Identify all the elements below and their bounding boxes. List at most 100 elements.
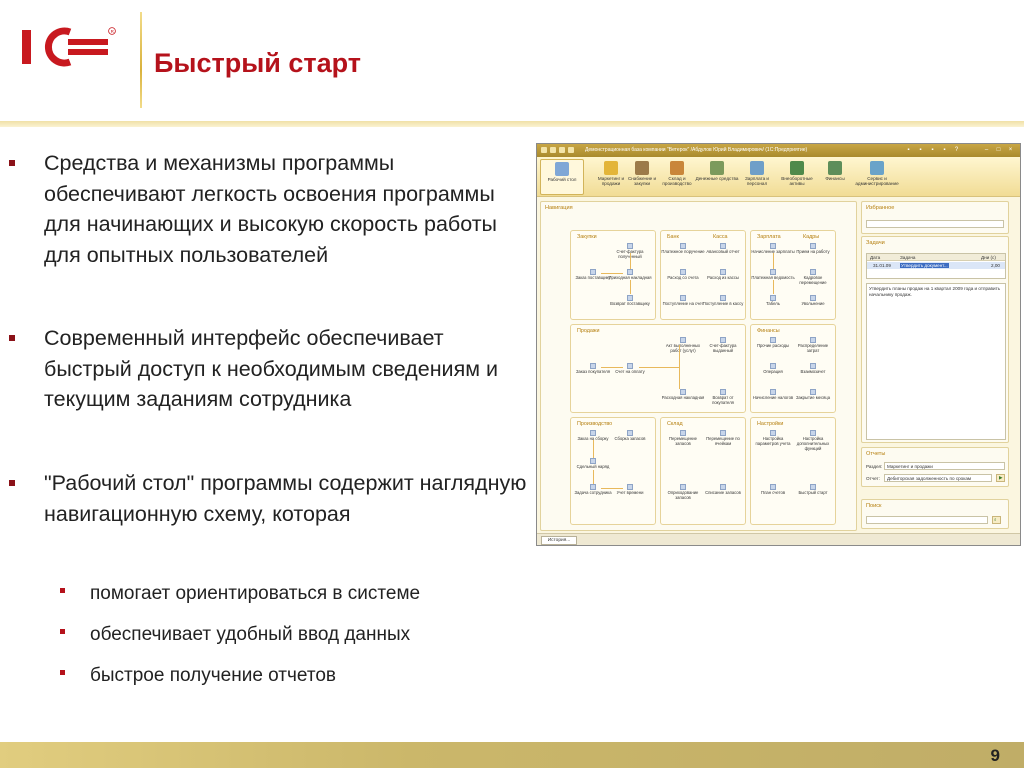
bullet-1: Средства и механизмы программы обеспечив…: [9, 148, 530, 270]
nav-item[interactable]: Возврат поставщику: [608, 295, 652, 307]
tasks-panel: Задачи Дата Задача Дни (с) 31.01.09 Утве…: [861, 236, 1009, 443]
section-label: Рабочий стол: [547, 177, 577, 182]
bullet-marker: [9, 160, 15, 166]
nav-item[interactable]: Платежное поручение: [661, 243, 705, 255]
nav-item[interactable]: Настройка дополнительных функций: [791, 430, 835, 451]
nav-item[interactable]: Расход со счета: [661, 269, 705, 281]
section-warehouse[interactable]: Склад и производство: [655, 159, 699, 187]
search-input[interactable]: [866, 516, 988, 524]
flow-arrow: [593, 440, 594, 458]
back-icon[interactable]: [550, 147, 556, 153]
nav-item[interactable]: Перемещение запасов: [661, 430, 705, 447]
block-prodazhi: Продажи Акт выполненных работ (услуг) Сч…: [570, 324, 746, 413]
nav-item[interactable]: Начисление налогов: [751, 389, 795, 401]
sub-bullet-marker: [60, 670, 65, 675]
header-divider: [140, 12, 142, 108]
sub-bullet-2: обеспечивает удобный ввод данных: [60, 624, 410, 646]
nav-item[interactable]: Поступление в кассу: [701, 295, 745, 307]
report-select[interactable]: Дебиторская задолженность по срокам: [884, 474, 992, 482]
section-finance[interactable]: Финансы: [813, 159, 857, 181]
nav-item[interactable]: Настройка параметров учета: [751, 430, 795, 447]
task-description: Утвердить планы продаж на 1 квартал 2009…: [866, 283, 1006, 440]
sub-bullet-text: быстрое получение отчетов: [90, 665, 336, 686]
block-title: Настройки: [757, 421, 784, 427]
section-label: Зарплата и персонал: [745, 176, 769, 187]
column-date: Дата: [870, 255, 881, 260]
nav-item[interactable]: Списание запасов: [701, 484, 745, 496]
column-days: Дни (с): [981, 255, 996, 260]
block-sklad: Склад Перемещение запасов Перемещение по…: [660, 417, 746, 525]
tasks-title: Задачи: [866, 240, 885, 246]
block-title: Зарплата: [757, 234, 781, 240]
favorites-panel: Избранное: [861, 201, 1009, 234]
report-label: Отчет:: [866, 476, 880, 481]
search-button[interactable]: ⌕: [992, 516, 1001, 524]
assets-icon: [790, 161, 804, 175]
flow-arrow: [630, 253, 631, 269]
calc-icon[interactable]: ▪: [905, 147, 912, 153]
nav-item[interactable]: Счет на оплату: [608, 363, 652, 375]
navigation-title: Навигация: [545, 205, 573, 211]
bullet-text: Современный интерфейс обеспечивает быстр…: [44, 326, 498, 412]
nav-item[interactable]: Операция: [751, 363, 795, 375]
reports-title: Отчеты: [866, 451, 886, 457]
section-service[interactable]: Сервис и администрирование: [855, 159, 899, 187]
nav-item[interactable]: Увольнение: [791, 295, 835, 307]
search-title: Поиск: [866, 503, 882, 509]
save-icon[interactable]: [568, 147, 574, 153]
nav-item[interactable]: Кадровое перемещение: [791, 269, 835, 286]
nav-item[interactable]: Оприходование запасов: [661, 484, 705, 501]
supply-icon: [635, 161, 649, 175]
nav-item[interactable]: Счет-фактура выданный: [701, 337, 745, 354]
nav-item[interactable]: Перемещение по ячейкам: [701, 430, 745, 447]
history-tab[interactable]: История...: [541, 536, 577, 545]
nav-item[interactable]: Авансовый отчет: [701, 243, 745, 255]
section-select[interactable]: Маркетинг и продажи: [884, 462, 1005, 470]
table-row[interactable]: 31.01.09 Утвердить документ... 2,00: [867, 262, 1005, 269]
nav-item[interactable]: Расходная накладная: [661, 389, 705, 401]
nav-item[interactable]: Распределение затрат: [791, 337, 835, 354]
close-icon[interactable]: ×: [1007, 147, 1014, 153]
minimize-icon[interactable]: –: [983, 147, 990, 153]
section-select-value: Маркетинг и продажи: [887, 464, 933, 469]
nav-item[interactable]: Быстрый старт: [791, 484, 835, 496]
calendar-icon[interactable]: ▪: [917, 147, 924, 153]
forward-icon[interactable]: [559, 147, 565, 153]
nav-item[interactable]: Поступление на счет: [661, 295, 705, 307]
nav-item[interactable]: Сдельный наряд: [571, 458, 615, 470]
svg-text:R: R: [111, 29, 115, 34]
nav-item[interactable]: Акт выполненных работ (услуг): [661, 337, 705, 354]
section-label: Раздел:: [866, 464, 883, 469]
nav-item[interactable]: Сборка запасов: [608, 430, 652, 442]
play-icon: ▶: [999, 475, 1003, 480]
clipboard-icon[interactable]: ▪: [929, 147, 936, 153]
run-report-button[interactable]: ▶: [996, 474, 1005, 482]
section-label: Финансы: [825, 176, 845, 181]
sub-bullet-marker: [60, 588, 65, 593]
search-panel: Поиск ⌕: [861, 499, 1009, 529]
compare-icon[interactable]: ▪: [941, 147, 948, 153]
nav-item[interactable]: Табель: [751, 295, 795, 307]
nav-item[interactable]: Прием на работу: [791, 243, 835, 255]
task-name: Утвердить документ...: [900, 263, 949, 268]
section-salary[interactable]: Зарплата и персонал: [735, 159, 779, 187]
app-screenshot: Демонстрационная база компании "Ветерок"…: [536, 143, 1021, 546]
salary-icon: [750, 161, 764, 175]
info-icon[interactable]: ?: [953, 147, 960, 153]
footer-band: [0, 742, 1024, 768]
block-title: Банк: [667, 234, 679, 240]
section-desktop[interactable]: Рабочий стол: [540, 159, 584, 195]
nav-item[interactable]: Учет времени: [608, 484, 652, 496]
section-money[interactable]: Денежные средства: [695, 159, 739, 181]
favorites-list[interactable]: [866, 220, 1004, 228]
maximize-icon[interactable]: □: [995, 147, 1002, 153]
nav-item[interactable]: Возврат от покупателя: [701, 389, 745, 406]
nav-item[interactable]: Расход из кассы: [701, 269, 745, 281]
tasks-table: Дата Задача Дни (с) 31.01.09 Утвердить д…: [866, 253, 1006, 279]
nav-item[interactable]: Взаимозачет: [791, 363, 835, 375]
section-label: Денежные средства: [695, 176, 739, 181]
nav-item[interactable]: Закрытие месяца: [791, 389, 835, 401]
nav-item[interactable]: Прочие расходы: [751, 337, 795, 349]
app-menu-icon[interactable]: [541, 147, 547, 153]
nav-item[interactable]: План счетов: [751, 484, 795, 496]
